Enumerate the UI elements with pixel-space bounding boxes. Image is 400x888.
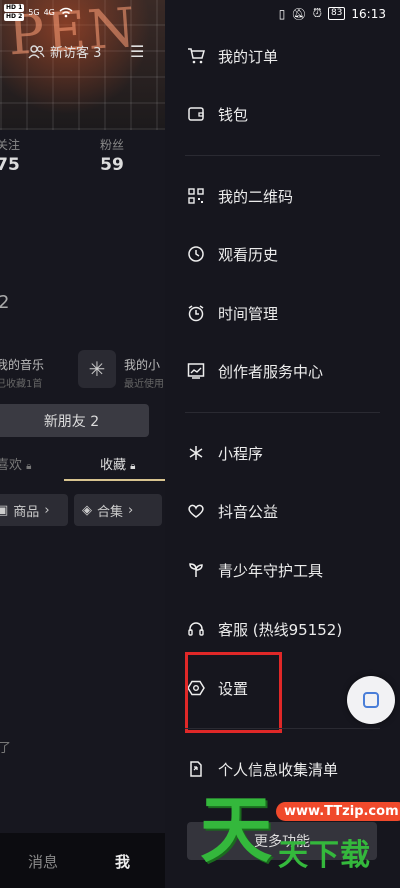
active-tab-underline — [64, 479, 165, 481]
lock-icon: 🔒︎ — [130, 461, 136, 472]
people-icon — [28, 44, 45, 58]
collection-chip-label: 合集 — [97, 504, 124, 520]
tab-favorites[interactable]: 收藏 🔒︎ — [100, 454, 135, 473]
watermark: 天 www.TTzip.com 天下载 — [200, 790, 400, 888]
menu-item-label: 抖音公益 — [218, 502, 279, 521]
chevron-right-icon: › — [44, 502, 50, 518]
visitors-label: 新访客 3 — [50, 46, 102, 61]
doc-share-icon — [187, 760, 205, 778]
scan-icon — [363, 692, 379, 708]
menu-item-label: 我的订单 — [218, 47, 279, 66]
mini-program-asterisk-icon[interactable]: ✳ — [78, 350, 116, 388]
sprout-icon — [187, 561, 205, 579]
heart-icon — [187, 502, 205, 520]
collection-chip[interactable]: ◈ 合集 › — [74, 494, 162, 526]
fans-label: 粉丝 — [99, 138, 124, 152]
menu-item-my-orders[interactable]: 我的订单 — [187, 41, 278, 71]
clock-icon — [187, 245, 205, 263]
chevron-right-icon: › — [128, 502, 134, 518]
highlight-box — [185, 652, 282, 733]
qrcode-icon — [187, 187, 205, 205]
my-music-title[interactable]: 我的音乐 — [0, 356, 44, 373]
menu-item-creator-center[interactable]: 创作者服务中心 — [187, 356, 323, 386]
nav-me[interactable]: 我 — [115, 851, 130, 872]
watermark-url: www.TTzip.com — [276, 802, 400, 821]
empty-state-text: 了 — [0, 741, 12, 756]
menu-item-label: 我的二维码 — [218, 187, 294, 206]
stray-number: 2 — [0, 292, 10, 313]
goods-chip-label: 商品 — [13, 504, 40, 520]
vibrate-icon: ▯ — [278, 6, 286, 21]
chart-icon — [187, 362, 205, 380]
menu-item-charity[interactable]: 抖音公益 — [187, 496, 278, 526]
mute-bell-icon: 🔕︎ — [291, 6, 307, 21]
menu-divider — [185, 728, 380, 729]
alarm-icon — [187, 304, 205, 322]
menu-item-qrcode[interactable]: 我的二维码 — [187, 181, 293, 211]
bottom-nav: 消息 我 — [0, 833, 165, 888]
floating-assistant-button[interactable] — [347, 676, 395, 724]
menu-item-label: 客服 (热线95152) — [218, 620, 343, 639]
status-bar-left: HD 1 HD 2 5G 4G — [4, 4, 73, 21]
fans-stat[interactable]: 粉丝 59 — [90, 136, 134, 175]
menu-item-label: 小程序 — [218, 444, 264, 463]
sim-indicators: HD 1 HD 2 — [4, 4, 25, 21]
hamburger-menu-icon[interactable]: ☰ — [130, 42, 144, 61]
menu-item-label: 创作者服务中心 — [218, 362, 324, 381]
signal-5g: 5G — [28, 8, 40, 17]
sim2-badge: HD 2 — [4, 13, 25, 21]
clock-time: 16:13 — [351, 6, 386, 21]
side-drawer: ▯ 🔕︎ ⏰︎ 83 16:13 我的订单 钱包 我的二维码 观看历史 时间管理… — [165, 0, 400, 888]
following-count: 75 — [0, 155, 20, 175]
wifi-icon — [59, 7, 73, 18]
profile-page: PEN HD 1 HD 2 5G 4G 新访客 3 ☰ 关注 75 粉丝 59 … — [0, 0, 165, 888]
menu-item-label: 观看历史 — [218, 245, 279, 264]
lock-icon: 🔒︎ — [26, 461, 32, 472]
my-mini-program-sub: 最近使用 — [124, 379, 164, 390]
battery-indicator: 83 — [327, 7, 346, 20]
new-friends-button[interactable]: 新朋友 2 — [0, 404, 149, 437]
signal-4g: 4G — [43, 8, 55, 17]
menu-item-label: 个人信息收集清单 — [218, 760, 339, 779]
sim1-badge: HD 1 — [4, 4, 25, 12]
following-stat[interactable]: 关注 75 — [0, 136, 28, 175]
menu-item-personal-info-list[interactable]: 个人信息收集清单 — [187, 754, 338, 784]
menu-item-youth-protection[interactable]: 青少年守护工具 — [187, 555, 323, 585]
menu-item-label: 青少年守护工具 — [218, 561, 324, 580]
layers-icon: ◈ — [82, 502, 92, 518]
menu-item-wallet[interactable]: 钱包 — [187, 99, 248, 129]
fans-count: 59 — [100, 155, 124, 175]
tab-favorites-label: 收藏 — [100, 458, 127, 473]
menu-divider — [185, 412, 380, 413]
tab-likes[interactable]: 喜欢 🔒︎ — [0, 454, 31, 473]
goods-chip[interactable]: ▣ 商品 › — [0, 494, 68, 526]
my-music-sub: 已收藏1首 — [0, 379, 43, 390]
headset-icon — [187, 620, 205, 638]
menu-item-label: 时间管理 — [218, 304, 279, 323]
menu-item-label: 钱包 — [218, 105, 249, 124]
cart-icon — [187, 47, 205, 65]
nav-messages[interactable]: 消息 — [28, 851, 58, 872]
menu-item-time-management[interactable]: 时间管理 — [187, 298, 278, 328]
menu-item-watch-history[interactable]: 观看历史 — [187, 239, 278, 269]
tab-likes-label: 喜欢 — [0, 458, 23, 473]
menu-item-customer-service[interactable]: 客服 (热线95152) — [187, 614, 342, 644]
watermark-text: 天下载 — [278, 838, 371, 873]
new-visitors-button[interactable]: 新访客 3 — [28, 42, 101, 61]
following-label: 关注 — [0, 138, 20, 152]
watermark-logo-char: 天 — [200, 788, 273, 872]
bag-icon: ▣ — [0, 502, 9, 518]
asterisk-icon — [187, 444, 205, 462]
alarm-status-icon: ⏰︎ — [312, 6, 322, 20]
menu-item-mini-programs[interactable]: 小程序 — [187, 438, 263, 468]
my-mini-program-title[interactable]: 我的小 — [124, 356, 160, 373]
wallet-icon — [187, 105, 205, 123]
status-bar-right: ▯ 🔕︎ ⏰︎ 83 16:13 — [279, 6, 386, 21]
menu-divider — [185, 155, 380, 156]
